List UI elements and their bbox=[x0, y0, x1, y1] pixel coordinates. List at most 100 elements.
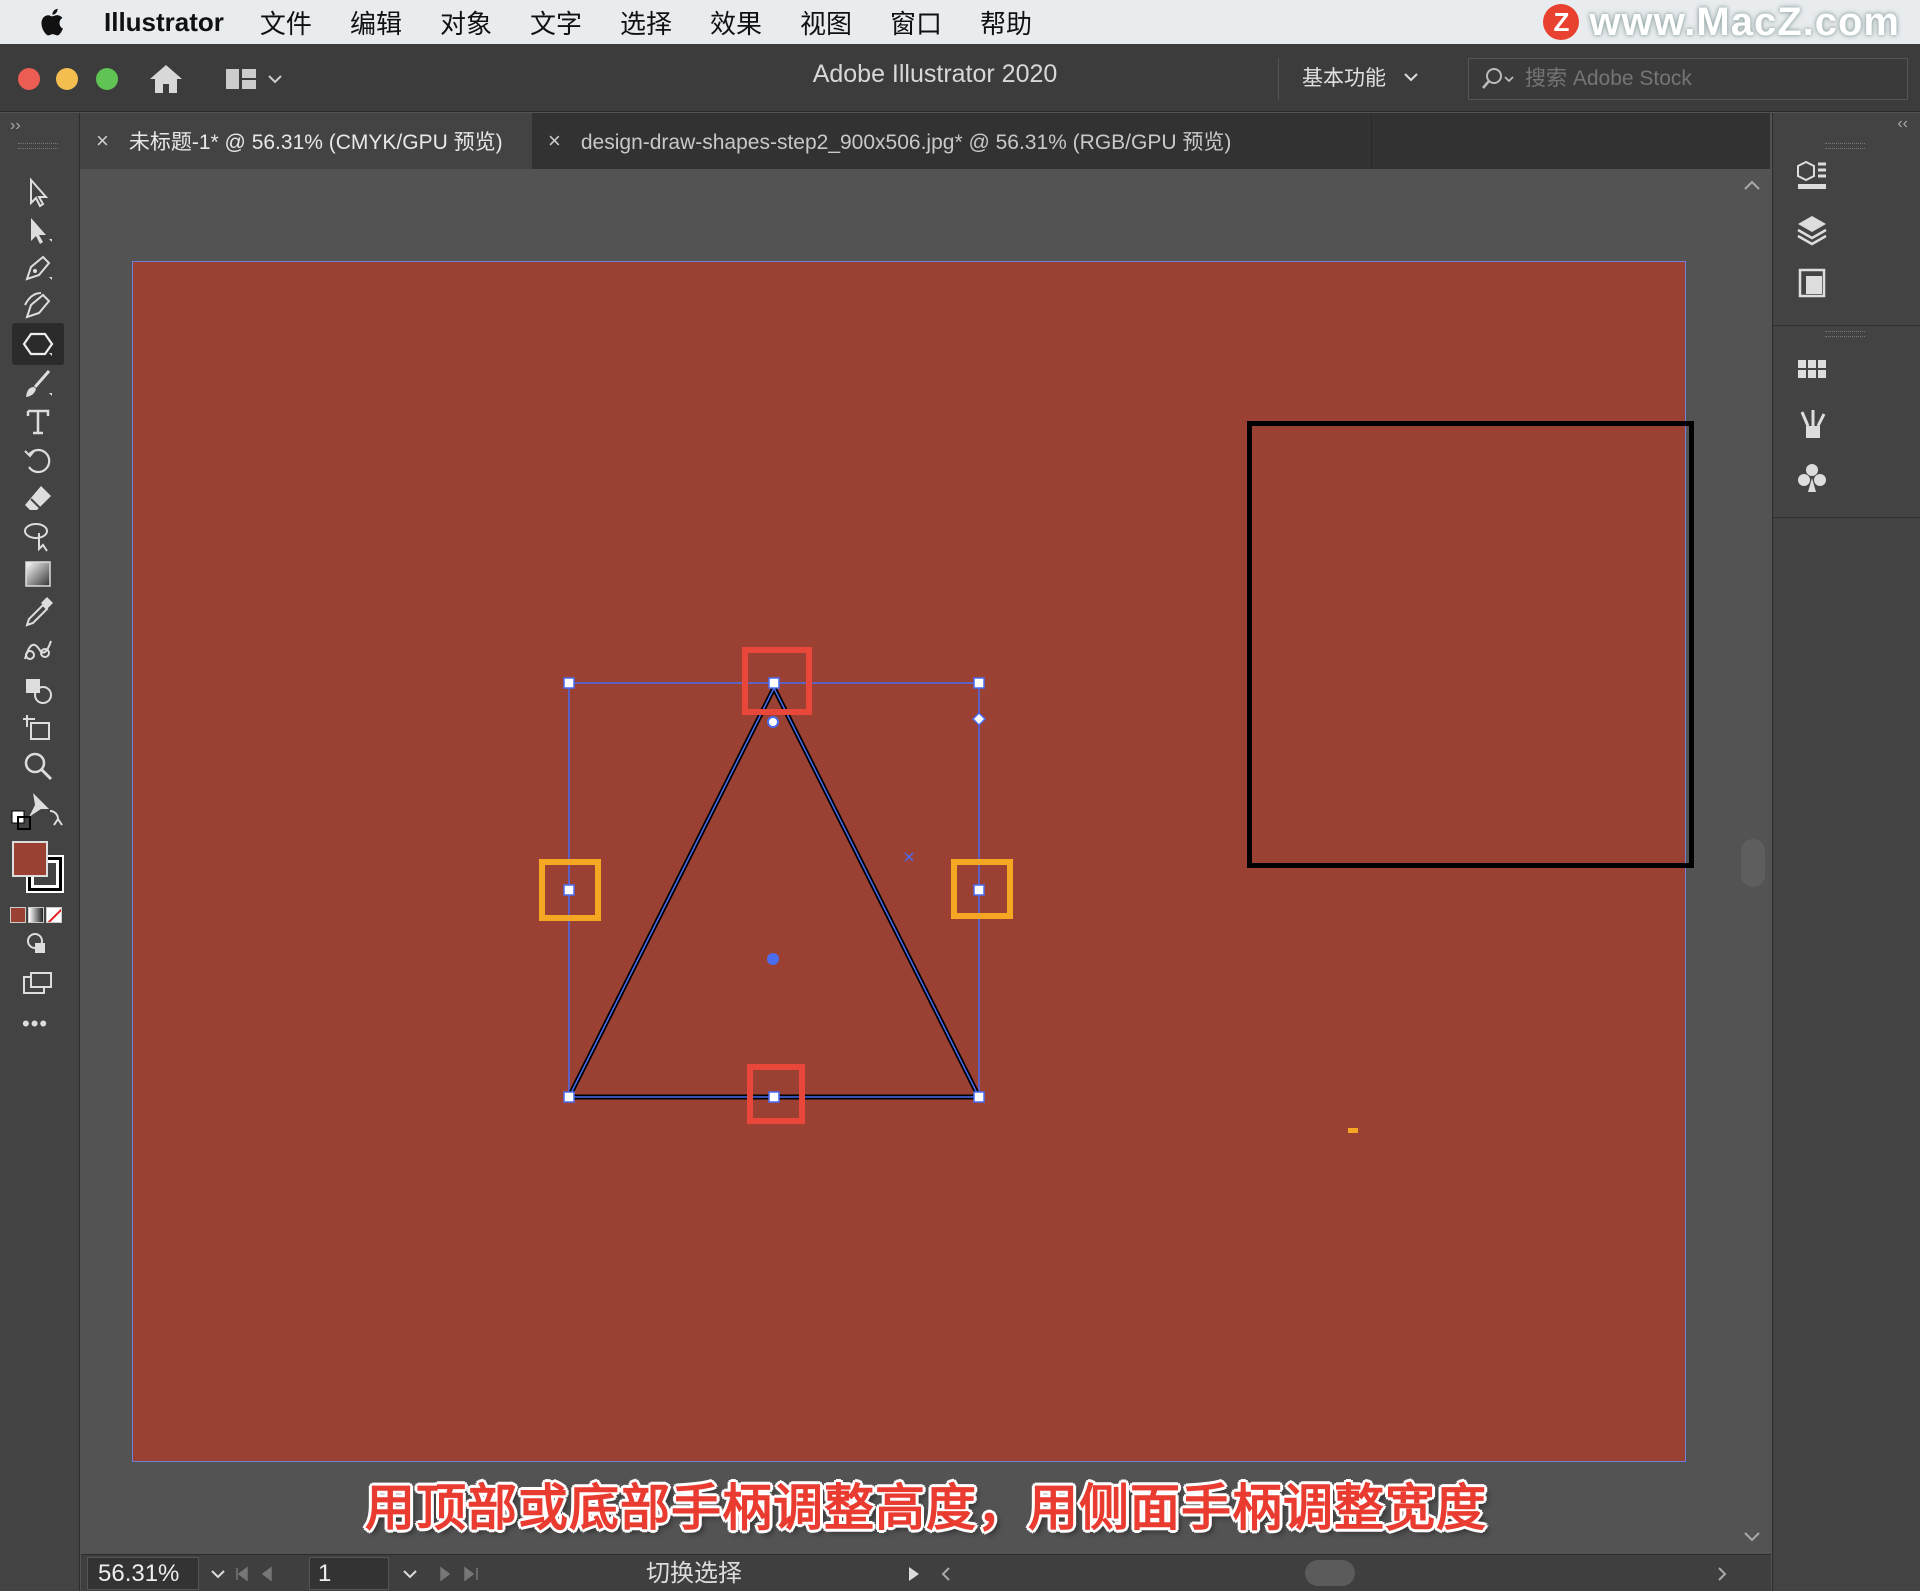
brushes-icon[interactable] bbox=[1791, 403, 1833, 445]
zoom-tool[interactable] bbox=[12, 745, 64, 787]
handle-bottom-center[interactable] bbox=[768, 1091, 780, 1103]
watermark-badge: Z bbox=[1543, 4, 1580, 40]
vertical-scroll-thumb[interactable] bbox=[1741, 839, 1765, 887]
menu-effect[interactable]: 效果 bbox=[710, 4, 762, 41]
adobe-stock-search[interactable] bbox=[1468, 58, 1908, 100]
more-tools-icon[interactable]: ••• bbox=[22, 1011, 48, 1037]
close-tab-icon[interactable]: × bbox=[548, 128, 561, 154]
scroll-right-icon[interactable] bbox=[1715, 1565, 1729, 1583]
selection-overlay bbox=[539, 647, 1358, 1133]
artboard-dropdown-icon[interactable] bbox=[401, 1569, 419, 1581]
color-button[interactable] bbox=[10, 907, 26, 923]
triangle-shape[interactable] bbox=[564, 682, 984, 1100]
selection-tool[interactable] bbox=[12, 171, 64, 213]
artboard-number-field[interactable]: 1 bbox=[309, 1557, 389, 1590]
layers-icon[interactable] bbox=[1791, 209, 1833, 251]
chevron-down-icon bbox=[1404, 73, 1418, 82]
first-prev-artboard-icons[interactable] bbox=[231, 1564, 301, 1584]
curvature-tool[interactable] bbox=[12, 285, 64, 327]
menu-object[interactable]: 对象 bbox=[440, 4, 492, 41]
fill-swatch[interactable] bbox=[12, 841, 48, 877]
watermark-text: www.MacZ.com bbox=[1589, 0, 1900, 44]
polygon-tool[interactable] bbox=[12, 323, 64, 365]
paintbrush-tool[interactable] bbox=[12, 363, 64, 405]
menu-select[interactable]: 选择 bbox=[620, 4, 672, 41]
tab-label: 未标题-1* @ 56.31% (CMYK/GPU 预览) bbox=[128, 131, 503, 154]
shape-builder-tool[interactable] bbox=[12, 669, 64, 711]
eyedropper-tool[interactable] bbox=[12, 591, 64, 633]
play-arrow-icon[interactable] bbox=[907, 1565, 921, 1583]
handle-top-center[interactable] bbox=[768, 677, 780, 689]
artboard-tool[interactable] bbox=[12, 707, 64, 749]
tab-label: design-draw-shapes-step2_900x506.jpg* @ … bbox=[580, 131, 1232, 154]
macos-menubar: Illustrator 文件 编辑 对象 文字 选择 效果 视图 窗口 帮助 Z… bbox=[0, 0, 1920, 44]
tab-document-1[interactable]: × 未标题-1* @ 56.31% (CMYK/GPU 预览) bbox=[80, 113, 532, 169]
gradient-tool[interactable] bbox=[12, 553, 64, 595]
default-colors-control[interactable] bbox=[10, 805, 70, 835]
tab-document-2[interactable]: × design-draw-shapes-step2_900x506.jpg* … bbox=[532, 113, 1372, 169]
close-tab-icon[interactable]: × bbox=[96, 128, 109, 154]
blend-tool[interactable] bbox=[12, 629, 64, 671]
panel-grip[interactable] bbox=[1825, 331, 1865, 337]
gradient-button[interactable] bbox=[28, 907, 44, 923]
stock-search-input[interactable] bbox=[1523, 66, 1883, 92]
next-last-artboard-icons[interactable] bbox=[431, 1564, 501, 1584]
horizontal-scroll-thumb[interactable] bbox=[1305, 1560, 1355, 1586]
type-tool[interactable] bbox=[12, 401, 64, 443]
symbols-icon[interactable] bbox=[1791, 457, 1833, 499]
direct-selection-tool[interactable] bbox=[12, 209, 64, 251]
toggle-selection-label[interactable]: 切换选择 bbox=[646, 1557, 742, 1590]
collapse-panels-icon[interactable]: ‹‹ bbox=[1897, 115, 1908, 133]
panel-grip[interactable] bbox=[18, 143, 58, 149]
eraser-tool[interactable] bbox=[12, 477, 64, 519]
rotate-tool[interactable] bbox=[12, 439, 64, 481]
rotate-center-mark bbox=[904, 852, 914, 862]
zoom-level-field[interactable]: 56.31% bbox=[87, 1557, 199, 1590]
properties-icon[interactable] bbox=[1791, 155, 1833, 197]
sides-widget[interactable] bbox=[971, 711, 987, 727]
cursor-mark bbox=[1348, 1128, 1358, 1133]
handle-bottom-left[interactable] bbox=[563, 1091, 575, 1103]
bounding-box bbox=[568, 682, 980, 1098]
menu-window[interactable]: 窗口 bbox=[890, 4, 942, 41]
search-icon bbox=[1482, 68, 1514, 89]
zoom-dropdown-icon[interactable] bbox=[209, 1569, 227, 1581]
watermark: Z www.MacZ.com bbox=[1543, 0, 1900, 44]
expand-toolbar-icon[interactable]: ›› bbox=[10, 117, 21, 135]
panel-grip[interactable] bbox=[1825, 143, 1865, 149]
none-button[interactable] bbox=[46, 907, 62, 923]
workspace-switcher[interactable]: 基本功能 bbox=[1302, 62, 1418, 92]
menu-edit[interactable]: 编辑 bbox=[350, 4, 402, 41]
pen-tool[interactable] bbox=[12, 247, 64, 289]
center-point[interactable] bbox=[767, 953, 779, 965]
vertical-scrollbar[interactable] bbox=[1733, 169, 1771, 1554]
handle-top-right[interactable] bbox=[973, 677, 985, 689]
handle-bottom-right[interactable] bbox=[973, 1091, 985, 1103]
workspace-label: 基本功能 bbox=[1302, 67, 1386, 90]
fill-stroke-swatches[interactable] bbox=[10, 839, 70, 899]
canvas-area[interactable]: 用顶部或底部手柄调整高度，用侧面手柄调整宽度 bbox=[81, 169, 1771, 1554]
right-panel-dock: ‹‹ bbox=[1772, 113, 1920, 1591]
libraries-icon[interactable] bbox=[1791, 263, 1833, 305]
corner-widget[interactable] bbox=[767, 716, 779, 728]
status-bar: 56.31% 1 切换选择 bbox=[81, 1554, 1771, 1591]
menu-file[interactable]: 文件 bbox=[260, 4, 312, 41]
swatches-icon[interactable] bbox=[1791, 349, 1833, 391]
screen-mode-tool[interactable] bbox=[12, 963, 64, 1005]
menu-type[interactable]: 文字 bbox=[530, 4, 582, 41]
handle-middle-left[interactable] bbox=[563, 884, 575, 896]
handle-top-left[interactable] bbox=[563, 677, 575, 689]
app-titlebar: Adobe Illustrator 2020 基本功能 bbox=[0, 44, 1920, 112]
menu-help[interactable]: 帮助 bbox=[980, 4, 1032, 41]
tutorial-caption: 用顶部或底部手柄调整高度，用侧面手柄调整宽度 bbox=[365, 1480, 1487, 1536]
menu-app-name[interactable]: Illustrator bbox=[104, 7, 224, 38]
lasso-tool[interactable] bbox=[12, 515, 64, 557]
document-tabbar: × 未标题-1* @ 56.31% (CMYK/GPU 预览) × design… bbox=[80, 113, 1770, 169]
swap-arrow-icon bbox=[49, 810, 63, 826]
apple-icon[interactable] bbox=[38, 7, 80, 37]
draw-mode-tool[interactable] bbox=[12, 923, 64, 965]
menu-view[interactable]: 视图 bbox=[800, 4, 852, 41]
handle-middle-right[interactable] bbox=[973, 884, 985, 896]
scroll-up-icon bbox=[1744, 180, 1760, 190]
scroll-left-icon[interactable] bbox=[939, 1565, 953, 1583]
